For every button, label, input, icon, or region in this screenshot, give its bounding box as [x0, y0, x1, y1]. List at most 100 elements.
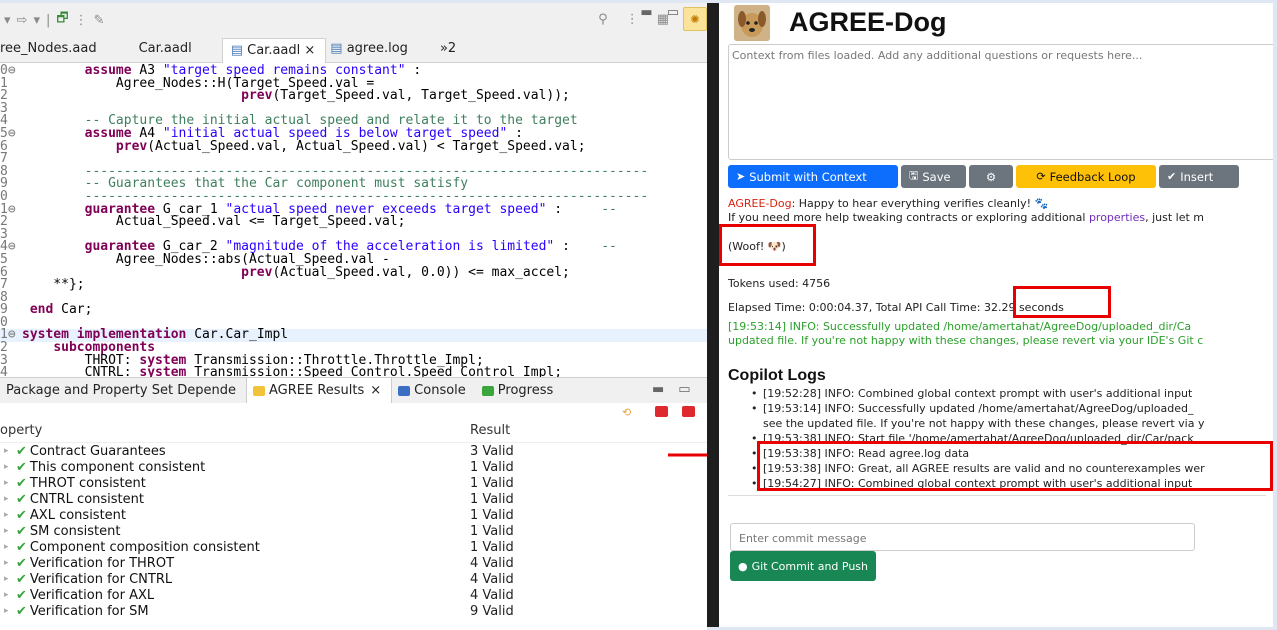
- result-row[interactable]: ▸ ✔ SM consistent 1 Valid: [0, 523, 707, 539]
- close-icon[interactable]: ×: [370, 383, 381, 398]
- result-label: CNTRL consistent: [29, 491, 144, 507]
- save-button[interactable]: 🖫 Save: [901, 165, 966, 188]
- code-line[interactable]: 4 CNTRL: system Transmission::Speed_Cont…: [0, 366, 707, 377]
- editor-tab[interactable]: ▤ agree.log: [330, 41, 420, 62]
- result-row[interactable]: ▸ ✔ Contract Guarantees 3 Valid: [0, 443, 707, 459]
- feedback-loop-button[interactable]: ⟳ Feedback Loop: [1016, 165, 1156, 188]
- code-editor[interactable]: 0⊜ assume A3 "target speed remains const…: [0, 63, 707, 377]
- result-row[interactable]: ▸ ✔ Verification for SM 9 Valid: [0, 603, 707, 619]
- log-text: [19:53:14] INFO: Successfully updated /h…: [763, 402, 1194, 415]
- results-header: operty Result: [0, 423, 707, 443]
- result-row[interactable]: ▸ ✔ THROT consistent 1 Valid: [0, 475, 707, 491]
- insert-button[interactable]: ✔ Insert: [1159, 165, 1239, 188]
- code-line[interactable]: 2 Actual_Speed.val <= Target_Speed.val;: [0, 215, 707, 229]
- stop-all-icon[interactable]: [682, 406, 695, 417]
- bottom-window-controls[interactable]: ▬▭: [652, 382, 693, 397]
- result-row[interactable]: ▸ ✔ Component composition consistent 1 Vali…: [0, 539, 707, 555]
- result-value: 1 Valid: [470, 507, 514, 523]
- result-row[interactable]: ▸ ✔ Verification for AXL 4 Valid: [0, 587, 707, 603]
- log-text: [19:52:28] INFO: Combined global context…: [763, 387, 1193, 400]
- search-icon[interactable]: ⚲: [598, 12, 608, 27]
- response-text: : Happy to hear everything verifies clea…: [791, 197, 1049, 210]
- result-row[interactable]: ▸ ✔ CNTRL consistent 1 Valid: [0, 491, 707, 507]
- code-line[interactable]: 9 end Car;: [0, 302, 707, 318]
- expand-arrow-icon[interactable]: ▸: [4, 510, 12, 520]
- new-window-icon[interactable]: 🗗: [56, 9, 68, 31]
- separator-icon: ⋮: [74, 12, 88, 28]
- close-icon[interactable]: ×: [300, 43, 315, 58]
- result-value: 4 Valid: [470, 587, 514, 603]
- settings-button[interactable]: ⚙: [969, 165, 1013, 188]
- expand-arrow-icon[interactable]: ▸: [4, 542, 12, 552]
- expand-arrow-icon[interactable]: ▸: [4, 494, 12, 504]
- editor-tab[interactable]: »2: [440, 41, 468, 62]
- agree-results-icon: [252, 385, 265, 396]
- result-row[interactable]: ▸ ✔ Verification for CNTRL 4 Valid: [0, 571, 707, 587]
- expand-arrow-icon[interactable]: ▸: [4, 574, 12, 584]
- dropdown-arrow-icon[interactable]: ▾: [4, 13, 11, 28]
- properties-link[interactable]: properties: [1089, 211, 1145, 224]
- column-property[interactable]: operty: [0, 423, 470, 442]
- check-icon: ✔: [16, 443, 27, 459]
- bottom-tab[interactable]: Console: [392, 383, 476, 398]
- commit-message-input[interactable]: Enter commit message: [730, 523, 1195, 551]
- code-line[interactable]: 8: [0, 291, 707, 305]
- log-text: see the updated file. If you're not happ…: [763, 417, 1205, 430]
- result-name: ▸ ✔ This component consistent: [0, 460, 470, 475]
- context-textarea[interactable]: Context from files loaded. Add any addit…: [728, 44, 1273, 160]
- editor-tab-label: »2: [439, 41, 457, 56]
- bottom-tab[interactable]: Package and Property Set Depende: [0, 383, 246, 398]
- save-label: Save: [922, 169, 951, 184]
- column-result[interactable]: Result: [470, 423, 510, 442]
- result-row[interactable]: ▸ ✔ Verification for THROT 4 Valid: [0, 555, 707, 571]
- code-line[interactable]: 6 prev(Actual_Speed.val, Actual_Speed.va…: [0, 140, 707, 154]
- code-line[interactable]: 2 prev(Target_Speed.val, Target_Speed.va…: [0, 89, 707, 103]
- expand-arrow-icon[interactable]: ▸: [4, 558, 12, 568]
- dropdown-arrow-icon[interactable]: ▾: [33, 13, 40, 28]
- pen-icon[interactable]: ✎: [94, 13, 105, 28]
- editor-tab[interactable]: Car.aadl: [139, 41, 204, 62]
- result-label: Component composition consistent: [29, 539, 260, 555]
- feedback-label: Feedback Loop: [1049, 169, 1136, 184]
- expand-arrow-icon[interactable]: ▸: [4, 526, 12, 536]
- result-value: 1 Valid: [470, 491, 514, 507]
- agree-results-panel: ⟲ operty Result ▸ ✔ Contract Guarantees 3 V…: [0, 403, 707, 630]
- stop-icon[interactable]: [655, 406, 668, 417]
- result-name: ▸ ✔ AXL consistent: [0, 508, 470, 523]
- forward-icon[interactable]: ⇨: [17, 13, 28, 28]
- result-row[interactable]: ▸ ✔ AXL consistent 1 Valid: [0, 507, 707, 523]
- result-value: 4 Valid: [470, 555, 514, 571]
- highlight-api-time: [1013, 286, 1111, 318]
- expand-arrow-icon[interactable]: ▸: [4, 462, 12, 472]
- check-circle-icon: ✔: [1167, 170, 1177, 183]
- code-line[interactable]: 7 **};: [0, 278, 707, 292]
- result-name: ▸ ✔ Contract Guarantees: [0, 444, 470, 459]
- code-line[interactable]: 6 prev(Actual_Speed.val, 0.0)) <= max_ac…: [0, 266, 707, 280]
- result-label: THROT consistent: [29, 475, 146, 491]
- rerun-icon[interactable]: ⟲: [622, 406, 635, 419]
- submit-with-context-button[interactable]: ➤ Submit with Context: [728, 165, 898, 188]
- expand-arrow-icon[interactable]: ▸: [4, 446, 12, 456]
- expand-arrow-icon[interactable]: ▸: [4, 606, 12, 616]
- result-value: 1 Valid: [470, 459, 514, 475]
- bottom-tab[interactable]: Progress: [476, 383, 563, 398]
- code-text: end Car;: [29, 302, 93, 318]
- editor-window-controls[interactable]: ▬▭: [640, 5, 693, 20]
- check-icon: ✔: [16, 507, 27, 523]
- git-commit-push-button[interactable]: ● Git Commit and Push: [730, 551, 877, 581]
- bottom-tab[interactable]: AGREE Results ×: [245, 377, 393, 404]
- app-title: AGREE-Dog: [789, 7, 947, 37]
- result-name: ▸ ✔ THROT consistent: [0, 476, 470, 491]
- separator-icon: ⋮: [625, 11, 639, 27]
- editor-tab[interactable]: ree_Nodes.aad: [0, 41, 109, 62]
- send-icon: ➤: [736, 170, 746, 183]
- result-row[interactable]: ▸ ✔ This component consistent 1 Valid: [0, 459, 707, 475]
- expand-arrow-icon[interactable]: ▸: [4, 478, 12, 488]
- result-label: AXL consistent: [29, 507, 127, 523]
- separator-icon: |: [45, 12, 51, 28]
- expand-arrow-icon[interactable]: ▸: [4, 590, 12, 600]
- editor-tab[interactable]: ▤ Car.aadl ×: [221, 38, 327, 63]
- check-icon: ✔: [16, 555, 27, 571]
- dog-logo-icon: [734, 5, 770, 41]
- results-toolbar: ⟲: [0, 403, 707, 423]
